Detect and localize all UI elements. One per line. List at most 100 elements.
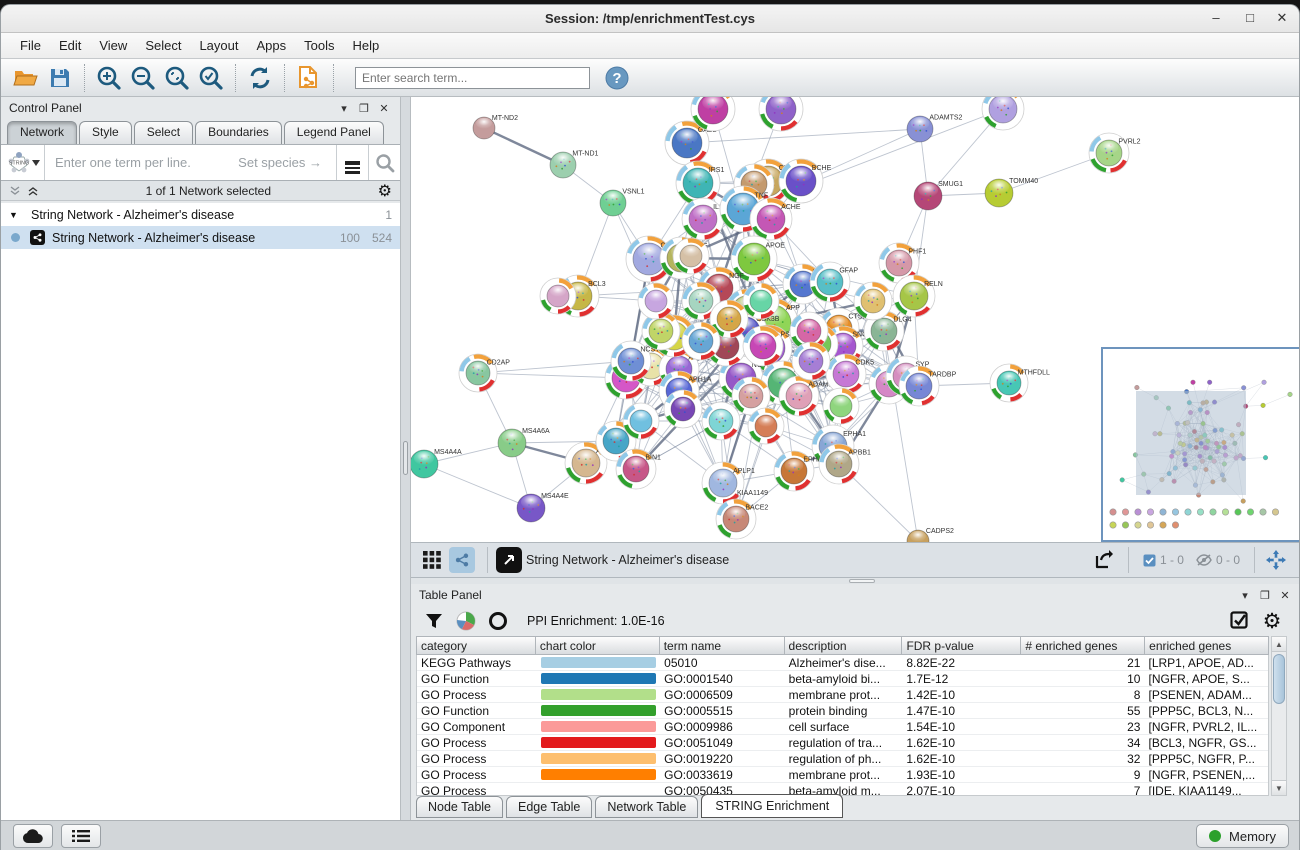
zoom-selected-button[interactable] (196, 63, 226, 93)
network-node-f11[interactable] (748, 408, 784, 444)
tab-node-table[interactable]: Node Table (416, 796, 503, 818)
network-node-reln[interactable]: RELN (893, 275, 943, 317)
singleton-node[interactable] (1110, 509, 1116, 515)
string-options-button[interactable] (336, 145, 368, 180)
export-network-button[interactable] (1090, 547, 1116, 573)
table-row[interactable]: GO ComponentGO:0009986cell surface1.54E-… (417, 719, 1268, 735)
collapse-all-icon[interactable] (9, 185, 21, 197)
column-header-category[interactable]: category (416, 636, 536, 655)
network-node-cdk5[interactable]: CDK5 (826, 354, 874, 394)
chart-button[interactable] (453, 609, 479, 633)
network-node-cd2ap[interactable]: CD2AP (459, 354, 510, 392)
gear-icon[interactable]: ⚙ (378, 181, 392, 200)
expand-all-icon[interactable] (27, 185, 39, 197)
table-row[interactable]: GO FunctionGO:0001540beta-amyloid bi...1… (417, 671, 1268, 687)
zoom-in-button[interactable] (94, 63, 124, 93)
menu-help[interactable]: Help (344, 35, 389, 56)
settings-button[interactable]: ⚙ (1259, 609, 1285, 633)
string-query-placeholder[interactable]: Enter one term per line. (45, 155, 238, 170)
network-node-f3[interactable] (682, 322, 720, 360)
network-node-bace2[interactable]: BACE2 (716, 499, 768, 539)
network-node-n8[interactable] (664, 390, 702, 428)
network-from-file-button[interactable] (294, 63, 324, 93)
tab-edge-table[interactable]: Edge Table (506, 796, 592, 818)
network-node-n4[interactable] (540, 278, 576, 314)
menu-apps[interactable]: Apps (248, 35, 296, 56)
scroll-up-icon[interactable]: ▲ (1272, 637, 1286, 652)
column-header-description[interactable]: description (785, 636, 903, 655)
singleton-node[interactable] (1172, 509, 1178, 515)
menu-view[interactable]: View (90, 35, 136, 56)
set-species-link[interactable]: Set species → (238, 155, 336, 170)
menu-layout[interactable]: Layout (190, 35, 247, 56)
singleton-node[interactable] (1185, 509, 1191, 515)
network-node-vsnl1[interactable]: VSNL1 (600, 189, 645, 216)
network-node-f12[interactable] (823, 388, 859, 424)
table-row[interactable]: GO FunctionGO:0005515protein binding1.47… (417, 703, 1268, 719)
filter-button[interactable] (421, 609, 447, 633)
panel-float-icon[interactable]: ❐ (1257, 589, 1273, 602)
network-node-epha5[interactable]: EPHA5 (774, 451, 826, 491)
table-row[interactable]: GO ProcessGO:0006509membrane prot...1.42… (417, 687, 1268, 703)
menu-select[interactable]: Select (136, 35, 190, 56)
tab-legend-panel[interactable]: Legend Panel (284, 121, 384, 144)
network-node-n6[interactable] (982, 97, 1024, 130)
birdseye-view[interactable] (1101, 347, 1300, 542)
singleton-node[interactable] (1222, 509, 1228, 515)
network-node-cadps2[interactable]: CADPS2 (907, 528, 954, 542)
splitter-handle[interactable] (849, 579, 875, 583)
menu-tools[interactable]: Tools (295, 35, 343, 56)
panel-close-icon[interactable]: ✕ (376, 102, 392, 115)
tab-style[interactable]: Style (79, 121, 132, 144)
singleton-node[interactable] (1122, 522, 1128, 528)
ring-chart-button[interactable] (485, 609, 511, 633)
open-session-button[interactable] (11, 63, 41, 93)
table-scrollbar[interactable]: ▲ ▼ (1271, 636, 1287, 796)
scroll-down-icon[interactable]: ▼ (1272, 780, 1286, 795)
network-node-f8[interactable] (792, 342, 830, 380)
column-header-fdr-p-value[interactable]: FDR p-value (902, 636, 1021, 655)
task-history-button[interactable] (61, 824, 101, 848)
network-node-smug1[interactable]: SMUG1 (914, 181, 963, 210)
minimize-button[interactable]: – (1205, 10, 1227, 28)
splitter-handle[interactable] (403, 441, 408, 475)
singleton-node[interactable] (1110, 522, 1116, 528)
scroll-thumb[interactable] (1273, 654, 1285, 704)
network-node-aplp1[interactable]: APLP1 (702, 462, 755, 504)
singleton-node[interactable] (1260, 509, 1266, 515)
network-node-tomm40[interactable]: TOMM40 (985, 178, 1038, 207)
network-node-mthfdll[interactable]: MTHFDLL (990, 364, 1050, 402)
zoom-out-button[interactable] (128, 63, 158, 93)
singleton-node[interactable] (1197, 509, 1203, 515)
singleton-node[interactable] (1147, 522, 1153, 528)
detach-view-button[interactable] (496, 547, 522, 573)
menu-file[interactable]: File (11, 35, 50, 56)
grid-view-button[interactable] (419, 547, 445, 573)
memory-button[interactable]: Memory (1196, 824, 1289, 848)
close-button[interactable]: ✕ (1271, 10, 1293, 28)
menu-edit[interactable]: Edit (50, 35, 90, 56)
network-node-f14[interactable] (854, 282, 892, 320)
singleton-node[interactable] (1272, 509, 1278, 515)
table-row[interactable]: GO ProcessGO:0051049regulation of tra...… (417, 735, 1268, 751)
panel-float-icon[interactable]: ❐ (356, 102, 372, 115)
singleton-node[interactable] (1172, 522, 1178, 528)
string-search-button[interactable] (368, 145, 400, 180)
tab-select[interactable]: Select (134, 121, 193, 144)
network-node-tardbp[interactable]: TARDBP (899, 366, 957, 406)
network-node-n2[interactable] (759, 97, 803, 131)
table-row[interactable]: GO ProcessGO:0019220regulation of ph...1… (417, 751, 1268, 767)
column-header-term-name[interactable]: term name (660, 636, 785, 655)
singleton-node[interactable] (1235, 509, 1241, 515)
singleton-node[interactable] (1122, 509, 1128, 515)
birdseye-toggle-button[interactable] (1263, 547, 1289, 573)
zoom-fit-button[interactable] (162, 63, 192, 93)
singleton-node[interactable] (1160, 522, 1166, 528)
panel-close-icon[interactable]: ✕ (1277, 589, 1293, 602)
singleton-node[interactable] (1147, 509, 1153, 515)
network-collection-row[interactable]: ▼ String Network - Alzheimer's disease 1 (1, 203, 400, 226)
tab-string-enrichment[interactable]: STRING Enrichment (701, 794, 843, 818)
tab-network[interactable]: Network (7, 121, 77, 144)
network-node-adamts2[interactable]: ADAMTS2 (907, 115, 963, 142)
network-node-apbb1[interactable]: APBB1 (819, 444, 871, 484)
